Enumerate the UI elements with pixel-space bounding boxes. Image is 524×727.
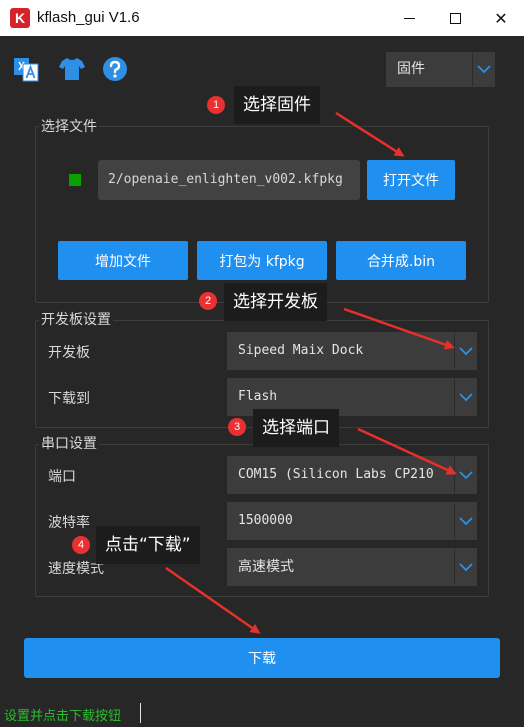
annotation-label-1: 选择固件 (234, 86, 320, 124)
annotation-badge-4: 4 (72, 536, 90, 554)
merge-bin-button[interactable]: 合并成.bin (336, 241, 466, 280)
board-label: 开发板 (48, 345, 90, 361)
close-icon: ✕ (494, 8, 508, 28)
title-bar: K kflash_gui V1.6 ✕ (0, 0, 524, 36)
board-settings-title: 开发板设置 (39, 309, 113, 329)
file-group-title: 选择文件 (39, 116, 99, 136)
close-button[interactable]: ✕ (478, 0, 524, 36)
status-text: 设置并点击下载按钮 (4, 709, 122, 724)
minimize-button[interactable] (386, 0, 432, 36)
help-icon[interactable] (101, 55, 129, 83)
minimize-icon (403, 17, 415, 19)
chevron-down-icon (454, 333, 476, 369)
annotation-badge-3: 3 (228, 418, 246, 436)
firmware-type-select[interactable]: 固件 (386, 52, 495, 87)
board-value: Sipeed Maix Dock (238, 343, 364, 358)
maximize-icon (449, 12, 461, 24)
language-icon[interactable] (12, 55, 40, 83)
chevron-down-icon (454, 549, 476, 585)
chevron-down-icon (454, 379, 476, 415)
baud-rate-select[interactable]: 1500000 (227, 502, 477, 540)
chevron-down-icon (454, 457, 476, 493)
chevron-down-icon (472, 53, 494, 86)
app-logo: K (10, 8, 30, 28)
open-file-button[interactable]: 打开文件 (367, 160, 455, 200)
speed-mode-select[interactable]: 高速模式 (227, 548, 477, 586)
baud-rate-value: 1500000 (238, 513, 293, 528)
chevron-down-icon (454, 503, 476, 539)
download-to-label: 下载到 (48, 391, 90, 407)
port-label: 端口 (48, 469, 76, 485)
firmware-path-field[interactable]: 2/openaie_enlighten_v002.kfpkg (98, 160, 360, 200)
download-button[interactable]: 下载 (24, 638, 500, 678)
baud-rate-label: 波特率 (48, 515, 90, 531)
port-select[interactable]: COM15 (Silicon Labs CP210 (227, 456, 477, 494)
serial-settings-title: 串口设置 (39, 433, 99, 453)
annotation-badge-1: 1 (207, 96, 225, 114)
speed-mode-value: 高速模式 (238, 559, 294, 575)
shirt-icon[interactable] (58, 55, 86, 83)
annotation-label-2: 选择开发板 (224, 283, 327, 321)
port-value: COM15 (Silicon Labs CP210 (238, 467, 434, 482)
pack-kfpkg-button[interactable]: 打包为 kfpkg (197, 241, 327, 280)
annotation-label-3: 选择端口 (253, 409, 339, 447)
window-title: kflash_gui V1.6 (37, 9, 140, 26)
firmware-type-value: 固件 (397, 61, 425, 77)
annotation-badge-2: 2 (199, 292, 217, 310)
annotation-label-4: 点击“下载” (96, 526, 200, 564)
board-select[interactable]: Sipeed Maix Dock (227, 332, 477, 370)
maximize-button[interactable] (432, 0, 478, 36)
file-status-indicator (69, 174, 81, 186)
status-bar: 设置并点击下载按钮 (0, 700, 524, 727)
add-file-button[interactable]: 增加文件 (58, 241, 188, 280)
text-cursor (140, 703, 141, 723)
